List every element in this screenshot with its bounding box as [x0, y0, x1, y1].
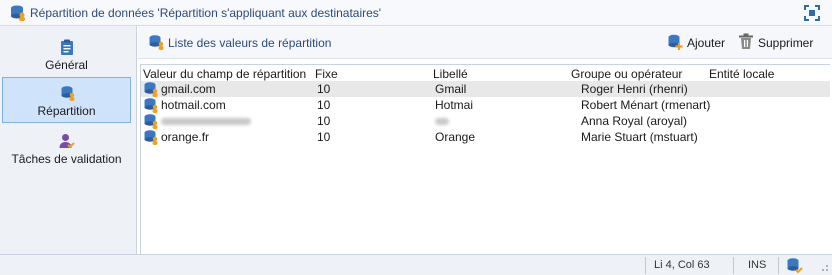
repartition-values-table: Valeur du champ de répartition Fixe Libe… [140, 64, 830, 254]
resize-grip-icon[interactable] [817, 260, 829, 275]
main-panel: Liste des valeurs de répartition Ajouter [138, 26, 832, 254]
delete-button-label: Supprimer [758, 36, 814, 50]
redacted-value [161, 118, 251, 125]
list-title: Liste des valeurs de répartition [168, 36, 332, 50]
cell-libelle: Gmail [435, 82, 467, 96]
table-row[interactable]: 10 Anna Royal (aroyal) [141, 113, 830, 129]
sidebar-item-label: Tâches de validation [11, 152, 122, 166]
redacted-value [435, 118, 449, 125]
column-header-libelle[interactable]: Libellé [433, 67, 468, 81]
sidebar-item-label: Répartition [37, 104, 96, 118]
window-titlebar: Répartition de données 'Répartition s'ap… [0, 0, 832, 26]
add-database-icon [667, 33, 683, 54]
cell-value: hotmail.com [161, 98, 226, 112]
sidebar-item-label: Général [45, 58, 88, 72]
status-separator [733, 257, 734, 274]
cell-fixe: 10 [317, 130, 331, 144]
status-separator [778, 257, 779, 274]
window-title: Répartition de données 'Répartition s'ap… [30, 6, 382, 20]
database-users-icon [148, 34, 166, 53]
column-header-fixe[interactable]: Fixe [315, 67, 338, 81]
cell-value: orange.fr [161, 130, 210, 144]
cell-fixe: 10 [317, 82, 331, 96]
database-users-icon [143, 129, 159, 148]
cell-groupe: Robert Ménart (rmenart) [581, 98, 711, 112]
sidebar-item-validation-tasks[interactable]: Tâches de validation [2, 126, 131, 172]
cursor-position: Li 4, Col 63 [654, 259, 710, 271]
table-row[interactable]: hotmail.com 10 Hotmai Robert Ménart (rmenar… [141, 97, 830, 113]
column-header-entite[interactable]: Entité locale [709, 67, 774, 81]
database-users-icon [786, 257, 804, 275]
delete-button[interactable]: Supprimer [738, 33, 813, 53]
trash-icon [738, 33, 754, 53]
cell-fixe: 10 [317, 114, 331, 128]
cell-libelle [435, 114, 449, 128]
sidebar: Général Répartition Tâches de validation [0, 26, 137, 275]
clipboard-icon [59, 39, 75, 55]
add-button-label: Ajouter [687, 36, 726, 50]
maximize-icon[interactable] [804, 5, 820, 21]
status-bar: Li 4, Col 63 INS [0, 254, 832, 275]
cell-libelle: Orange [435, 130, 476, 144]
sidebar-item-repartition[interactable]: Répartition [2, 77, 131, 123]
table-row[interactable]: gmail.com 10 Gmail Roger Henri (rhenri) [141, 81, 830, 97]
cell-groupe: Anna Royal (aroyal) [581, 114, 688, 128]
user-check-icon [59, 133, 75, 149]
insert-mode: INS [748, 259, 767, 271]
table-row[interactable]: orange.fr 10 Orange Marie Stuart (mstuart) [141, 129, 830, 145]
cell-groupe: Marie Stuart (mstuart) [581, 130, 698, 144]
cell-value: gmail.com [161, 82, 216, 96]
add-button[interactable]: Ajouter [667, 33, 725, 53]
column-header-groupe[interactable]: Groupe ou opérateur [571, 67, 682, 81]
cell-fixe: 10 [317, 98, 331, 112]
status-separator [645, 257, 646, 274]
cell-libelle: Hotmai [435, 98, 474, 112]
database-users-icon [9, 4, 27, 25]
sidebar-item-general[interactable]: Général [2, 32, 131, 78]
list-toolbar: Liste des valeurs de répartition Ajouter [138, 26, 832, 59]
column-header-value[interactable]: Valeur du champ de répartition [143, 67, 306, 81]
cell-value [161, 114, 251, 128]
database-users-icon [60, 85, 76, 101]
cell-groupe: Roger Henri (rhenri) [581, 82, 688, 96]
